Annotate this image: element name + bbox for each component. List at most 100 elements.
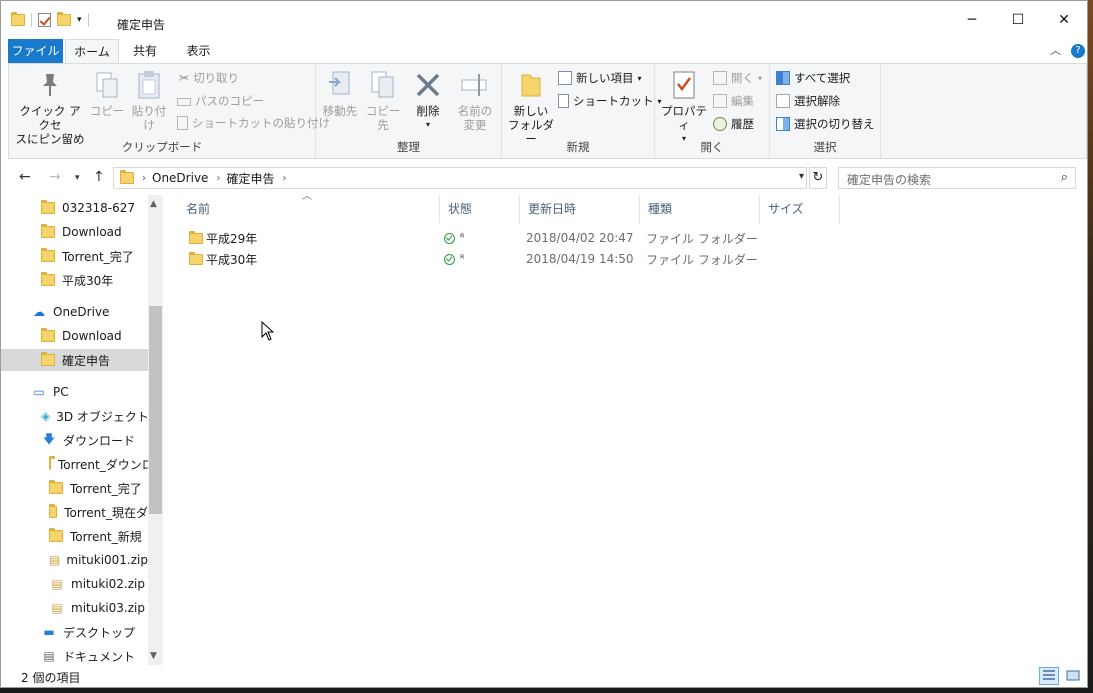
cube-icon: ◈ [41, 409, 51, 423]
recent-locations-icon[interactable]: ▾ [75, 173, 80, 183]
paste-shortcut-label: ショートカットの貼り付け [192, 116, 330, 130]
explorer-window: ▾ 確定申告 ─ ☐ ✕ ファイル ホーム 共有 表示 ︿ ? クイック アクセ… [0, 0, 1088, 688]
nav-item-label: 確定申告 [62, 353, 111, 368]
address-bar[interactable]: › OneDrive › 確定申告 › ▾ [113, 167, 807, 189]
column-header-date[interactable]: 更新日時 [520, 195, 640, 223]
paste-button[interactable]: 貼り付け [127, 70, 171, 132]
search-input[interactable]: 確定申告の検索 ⌕ [838, 167, 1076, 189]
move-to-button[interactable]: 移動先 [320, 70, 360, 118]
nav-item[interactable]: 平成30年 [1, 269, 148, 291]
large-icons-view-icon[interactable] [1063, 667, 1083, 685]
nav-item[interactable]: Torrent_ダウンロ [1, 453, 148, 475]
nav-item[interactable]: ▭ PC [1, 381, 148, 403]
tab-file[interactable]: ファイル [8, 39, 63, 63]
select-none-button[interactable]: 選択解除 [776, 93, 840, 109]
delete-dropdown-icon[interactable]: ▾ [412, 118, 444, 132]
column-header-status[interactable]: 状態 [440, 195, 520, 223]
open-icon [713, 71, 727, 85]
nav-item[interactable]: Download [1, 221, 148, 243]
copy-to-button[interactable]: コピー先 [362, 70, 404, 132]
document-icon: ▤ [43, 649, 55, 663]
nav-item[interactable]: Torrent_完了 [1, 477, 148, 499]
nav-item[interactable]: ▤ mituki001.zip [1, 549, 148, 571]
nav-item[interactable]: ☁ OneDrive [1, 301, 148, 323]
maximize-button[interactable]: ☐ [995, 1, 1041, 39]
easy-access-shortcut-button[interactable]: ショートカット ▾ [558, 93, 662, 109]
new-item-dropdown-icon: ▾ [637, 73, 642, 83]
breadcrumb-current[interactable]: 確定申告 [226, 170, 274, 187]
nav-item[interactable]: Download [1, 325, 148, 347]
tab-home[interactable]: ホーム [65, 39, 119, 63]
scroll-down-icon[interactable]: ▼ [150, 651, 157, 661]
new-item-button[interactable]: 新しい項目 ▾ [558, 70, 642, 86]
properties-icon[interactable] [38, 13, 51, 27]
rename-button[interactable]: 名前の 変更 [454, 70, 496, 132]
nav-item[interactable]: Torrent_現在ダ [1, 501, 148, 523]
refresh-button[interactable]: ↻ [809, 167, 827, 189]
nav-item[interactable]: ▤ ドキュメント [1, 645, 148, 665]
navigation-pane-scrollbar[interactable]: ▲ ▼ [148, 195, 163, 665]
copy-to-label: コピー先 [365, 104, 401, 132]
new-folder-icon[interactable] [57, 12, 71, 26]
copy-button[interactable]: コピー [89, 70, 125, 118]
nav-item[interactable]: ▬ デスクトップ [1, 621, 148, 643]
column-header-size[interactable]: サイズ [760, 195, 840, 223]
breadcrumb-chevron-icon[interactable]: › [282, 173, 286, 184]
tab-view[interactable]: 表示 [176, 39, 221, 63]
column-header-name[interactable]: 名前 [178, 195, 440, 223]
properties-button[interactable]: プロパティ ▾ [657, 70, 711, 146]
nav-item[interactable]: 🡇 ダウンロード [1, 429, 148, 451]
nav-item[interactable]: ◈ 3D オブジェクト [1, 405, 148, 427]
forward-arrow-icon[interactable]: → [49, 169, 61, 185]
up-arrow-icon[interactable]: ↑ [93, 169, 105, 185]
nav-item-label: Torrent_完了 [62, 249, 134, 264]
help-icon[interactable]: ? [1071, 44, 1085, 58]
nav-item[interactable]: Torrent_完了 [1, 245, 148, 267]
move-to-icon [325, 70, 355, 100]
collapse-ribbon-icon[interactable]: ︿ [1050, 42, 1061, 58]
breadcrumb-chevron-icon[interactable]: › [142, 173, 146, 184]
customize-toolbar-icon[interactable]: ▾ [77, 15, 82, 25]
breadcrumb-onedrive[interactable]: OneDrive [152, 171, 208, 185]
column-header-type[interactable]: 種類 [640, 195, 760, 223]
file-row[interactable]: 平成29年 ᴿ 2018/04/02 20:47 ファイル フォルダー [181, 228, 821, 248]
navigation-bar: ← → ▾ ↑ › OneDrive › 確定申告 › ▾ ↻ 確定申告の検索 … [1, 165, 1087, 191]
navigation-pane: 032318-627 Download Torrent_完了 平成30年 ☁ OneDri… [1, 195, 148, 665]
open-button[interactable]: 開く ▾ [713, 70, 762, 86]
scrollbar-thumb[interactable] [149, 306, 162, 514]
details-view-icon[interactable] [1039, 667, 1059, 685]
nav-item-label: 032318-627 [62, 201, 136, 215]
clipboard-group-label: クリップボード [121, 140, 203, 154]
minimize-button[interactable]: ─ [949, 1, 995, 39]
scroll-up-icon[interactable]: ▲ [150, 199, 157, 209]
address-dropdown-icon[interactable]: ▾ [799, 171, 804, 182]
history-icon [713, 117, 727, 131]
file-type: ファイル フォルダー [646, 231, 758, 246]
file-row[interactable]: 平成30年 ᴿ 2018/04/19 14:50 ファイル フォルダー [181, 249, 821, 269]
select-all-button[interactable]: すべて選択 [776, 70, 850, 86]
delete-button[interactable]: 削除 ▾ [412, 70, 444, 132]
paste-shortcut-button[interactable]: ショートカットの貼り付け [177, 115, 330, 131]
nav-item[interactable]: 032318-627 [1, 197, 148, 219]
history-label: 履歴 [731, 117, 754, 131]
nav-item[interactable]: ▤ mituki03.zip [1, 597, 148, 619]
close-button[interactable]: ✕ [1041, 1, 1087, 39]
pin-quick-access-button[interactable]: クイック アクセ スにピン留め [15, 70, 85, 146]
nav-item[interactable]: Torrent_新規 [1, 525, 148, 547]
nav-item-label: Torrent_完了 [70, 481, 142, 496]
new-folder-button[interactable]: 新しい フォルダー [506, 70, 556, 146]
tab-share[interactable]: 共有 [125, 39, 165, 63]
select-group-label: 選択 [813, 140, 837, 154]
folder-icon [49, 456, 55, 470]
nav-item[interactable]: 確定申告 [1, 349, 148, 371]
back-arrow-icon[interactable]: ← [19, 169, 31, 185]
edit-button[interactable]: 編集 [713, 93, 754, 109]
new-folder-label-line1: 新しい [513, 104, 549, 118]
breadcrumb-chevron-icon[interactable]: › [216, 173, 220, 184]
invert-selection-button[interactable]: 選択の切り替え [776, 116, 875, 132]
cut-button[interactable]: ✂ 切り取り [179, 70, 239, 86]
history-button[interactable]: 履歴 [713, 116, 754, 132]
search-icon[interactable]: ⌕ [1061, 170, 1068, 185]
nav-item[interactable]: ▤ mituki02.zip [1, 573, 148, 595]
copy-path-button[interactable]: パスのコピー [177, 93, 264, 109]
